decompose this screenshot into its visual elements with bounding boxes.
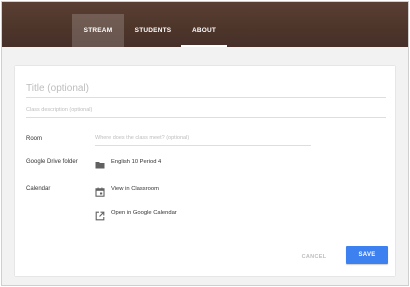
class-header: STREAM STUDENTS ABOUT [2, 2, 408, 47]
save-button[interactable]: SAVE [346, 246, 388, 264]
drive-folder-name: English 10 Period 4 [111, 159, 162, 165]
classroom-frame: STREAM STUDENTS ABOUT Room Google Drive … [1, 1, 409, 286]
drive-folder-label: Google Drive folder [26, 159, 78, 165]
open-google-calendar-text: Open in Google Calendar [111, 210, 177, 216]
open-external-icon [95, 208, 105, 221]
cancel-button[interactable]: CANCEL [296, 251, 332, 263]
tab-students[interactable]: STUDENTS [129, 14, 177, 47]
calendar-label: Calendar [26, 186, 51, 192]
open-google-calendar-link[interactable]: Open in Google Calendar [95, 208, 177, 221]
tab-stream[interactable]: STREAM [72, 14, 124, 47]
view-in-classroom-link[interactable]: View in Classroom [95, 184, 159, 197]
description-input[interactable] [26, 107, 386, 118]
calendar-icon [95, 184, 105, 197]
drive-folder-link[interactable]: English 10 Period 4 [95, 157, 162, 169]
tab-about[interactable]: ABOUT [181, 14, 227, 47]
room-input[interactable] [95, 135, 311, 146]
folder-icon [95, 157, 105, 169]
title-input[interactable] [26, 83, 386, 98]
about-form-card: Room Google Drive folder English 10 Peri… [15, 66, 395, 276]
room-label: Room [26, 136, 43, 142]
view-in-classroom-text: View in Classroom [111, 186, 159, 192]
